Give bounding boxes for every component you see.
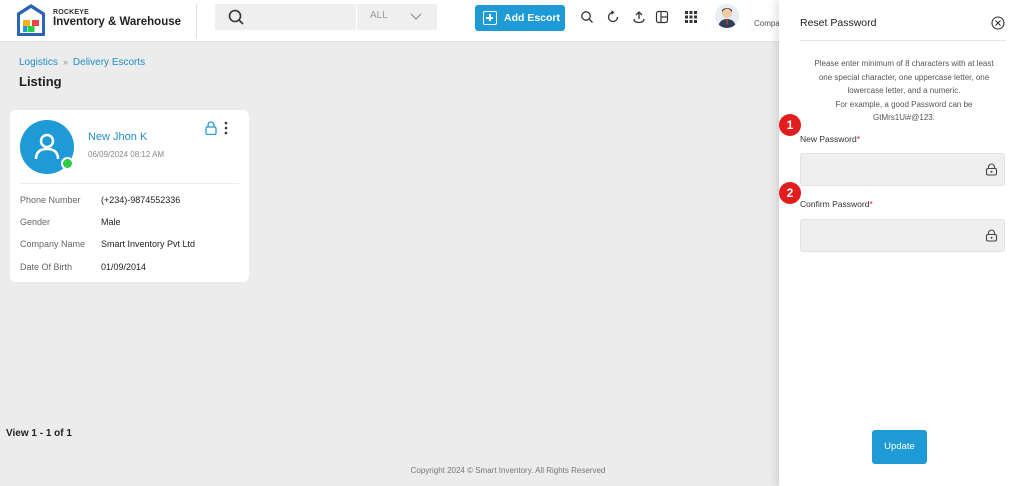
chevron-down-icon[interactable]	[409, 10, 423, 24]
escort-datetime: 06/09/2024 08:12 AM	[88, 150, 165, 159]
search-icon[interactable]	[580, 10, 594, 24]
brand-small-text: ROCKEYE	[53, 9, 90, 16]
lock-icon[interactable]	[205, 121, 217, 135]
user-icon	[34, 133, 60, 160]
search-input[interactable]	[251, 7, 369, 27]
confirm-password-label-text: Confirm Password	[800, 199, 870, 209]
logo-icon	[17, 4, 45, 36]
grid-icon[interactable]	[684, 10, 698, 24]
info-value: 01/09/2014	[101, 262, 147, 272]
company-text: Compa	[754, 19, 780, 28]
confirm-password-label: Confirm Password*	[800, 199, 873, 209]
info-row-dob: Date Of Birth 01/09/2014	[20, 262, 240, 276]
page-title: Listing	[19, 74, 62, 89]
escort-card[interactable]: New Jhon K 06/09/2024 08:12 AM Phone Num…	[10, 110, 249, 282]
new-password-input[interactable]	[809, 161, 979, 179]
panel-title: Reset Password	[800, 17, 877, 29]
brand-name: Inventory & Warehouse	[53, 16, 182, 28]
info-value: Smart Inventory Pvt Ltd	[101, 239, 196, 249]
lock-icon[interactable]	[985, 163, 998, 176]
info-row-gender: Gender Male	[20, 217, 240, 231]
chevron-right-icon: »	[62, 57, 68, 67]
search-bar: ALL	[215, 4, 437, 30]
new-password-label-text: New Password	[800, 134, 857, 144]
pagination-view-text: View 1 - 1 of 1	[6, 428, 72, 439]
close-icon[interactable]	[991, 16, 1005, 30]
breadcrumb-delivery-escorts[interactable]: Delivery Escorts	[73, 57, 145, 68]
info-label: Phone Number	[20, 195, 81, 205]
hint-line: lowercase letter, and a numeric.	[847, 86, 961, 95]
hint-line: GtMrs1Ui#@123.	[873, 113, 935, 122]
hint-line: one special character, one uppercase let…	[818, 72, 990, 82]
info-label: Date Of Birth	[20, 262, 73, 272]
lock-icon[interactable]	[985, 229, 998, 242]
info-row-company: Company Name Smart Inventory Pvt Ltd	[20, 239, 240, 253]
confirm-password-field[interactable]	[800, 219, 1005, 252]
panel-divider	[800, 40, 1006, 41]
step-badge-1: 1	[779, 114, 801, 136]
required-mark: *	[856, 134, 860, 144]
card-divider	[20, 183, 239, 184]
refresh-icon[interactable]	[606, 10, 620, 24]
add-escort-label: Add Escort	[504, 12, 561, 24]
info-value: (+234)-9874552336	[101, 195, 181, 205]
layout-icon[interactable]	[655, 10, 669, 24]
new-password-field[interactable]	[800, 153, 1005, 186]
online-status-dot	[61, 157, 74, 170]
password-hint: Please enter minimum of 8 characters wit…	[793, 57, 1015, 125]
hint-line: For example, a good Password can be	[835, 99, 973, 109]
plus-icon	[483, 11, 497, 25]
breadcrumb-logistics[interactable]: Logistics	[19, 57, 58, 68]
header-divider	[196, 4, 197, 38]
reset-password-panel: Reset Password Please enter minimum of 8…	[779, 0, 1024, 486]
breadcrumb: Logistics » Delivery Escorts	[19, 57, 145, 68]
step-badge-2: 2	[779, 182, 801, 204]
new-password-label: New Password*	[800, 134, 860, 144]
upload-icon[interactable]	[632, 10, 646, 24]
confirm-password-input[interactable]	[809, 227, 979, 245]
add-escort-button[interactable]: Add Escort	[475, 5, 565, 31]
info-value: Male	[101, 217, 121, 227]
search-filter-select[interactable]: ALL	[370, 10, 388, 21]
search-icon[interactable]	[227, 8, 245, 26]
escort-name[interactable]: New Jhon K	[88, 131, 147, 143]
info-label: Gender	[20, 217, 51, 227]
avatar[interactable]	[715, 4, 739, 28]
kebab-icon[interactable]	[223, 121, 229, 135]
hint-line: Please enter minimum of 8 characters wit…	[814, 59, 994, 68]
required-mark: *	[869, 199, 873, 209]
update-button[interactable]: Update	[872, 430, 927, 464]
info-row-phone: Phone Number (+234)-9874552336	[20, 195, 240, 209]
search-separator	[356, 4, 357, 30]
info-label: Company Name	[20, 239, 86, 249]
